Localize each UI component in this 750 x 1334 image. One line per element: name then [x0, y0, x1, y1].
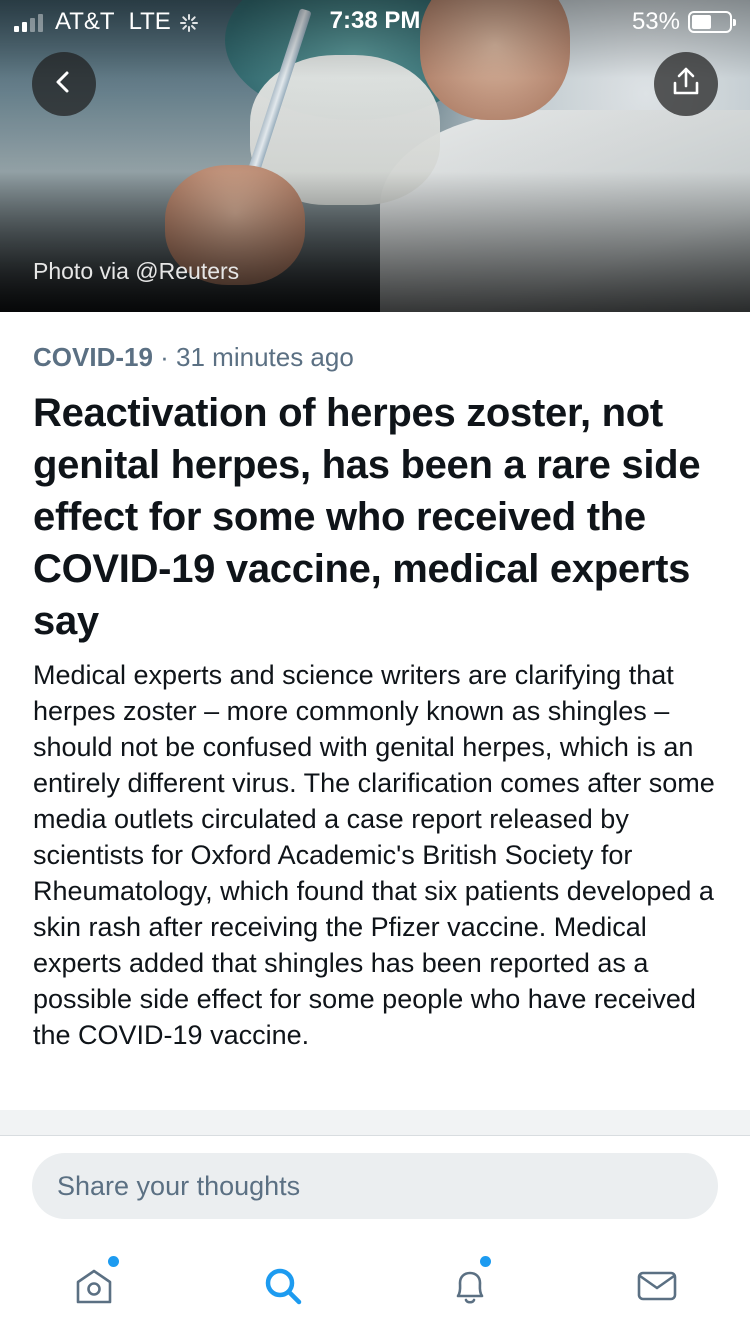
topic-label[interactable]: COVID-19	[33, 342, 153, 372]
bell-icon	[448, 1264, 492, 1313]
home-icon	[72, 1264, 116, 1313]
tab-bar	[0, 1240, 750, 1334]
battery-fill	[692, 15, 712, 29]
article-headline: Reactivation of herpes zoster, not genit…	[33, 391, 701, 643]
chevron-left-icon	[50, 68, 78, 101]
notifications-dot	[480, 1256, 491, 1267]
status-right: 53%	[631, 8, 736, 36]
section-divider	[0, 1110, 750, 1136]
share-button[interactable]	[654, 52, 718, 116]
home-notification-dot	[108, 1256, 119, 1267]
share-thoughts-placeholder: Share your thoughts	[57, 1170, 301, 1201]
battery-percent: 53%	[631, 8, 680, 35]
tab-notifications[interactable]	[440, 1256, 500, 1316]
share-upload-icon	[669, 65, 703, 104]
back-button[interactable]	[32, 52, 96, 116]
tab-search[interactable]	[253, 1260, 313, 1316]
tab-home[interactable]	[64, 1256, 124, 1316]
battery-icon	[688, 11, 736, 33]
article-meta: COVID-19 · 31 minutes ago	[33, 342, 723, 373]
article-body: Medical experts and science writers are …	[33, 660, 715, 1050]
tab-messages[interactable]	[627, 1260, 687, 1316]
meta-separator: ·	[152, 342, 177, 372]
share-thoughts-input[interactable]: Share your thoughts	[32, 1153, 718, 1219]
search-icon	[261, 1264, 305, 1313]
article: COVID-19 · 31 minutes ago Reactivation o…	[33, 312, 723, 1053]
status-bar: AT&T LTE 7:38 PM 53%	[0, 0, 750, 40]
mail-icon	[635, 1264, 679, 1313]
time-ago: 31 minutes ago	[176, 342, 354, 372]
photo-credit: Photo via @Reuters	[33, 258, 240, 284]
